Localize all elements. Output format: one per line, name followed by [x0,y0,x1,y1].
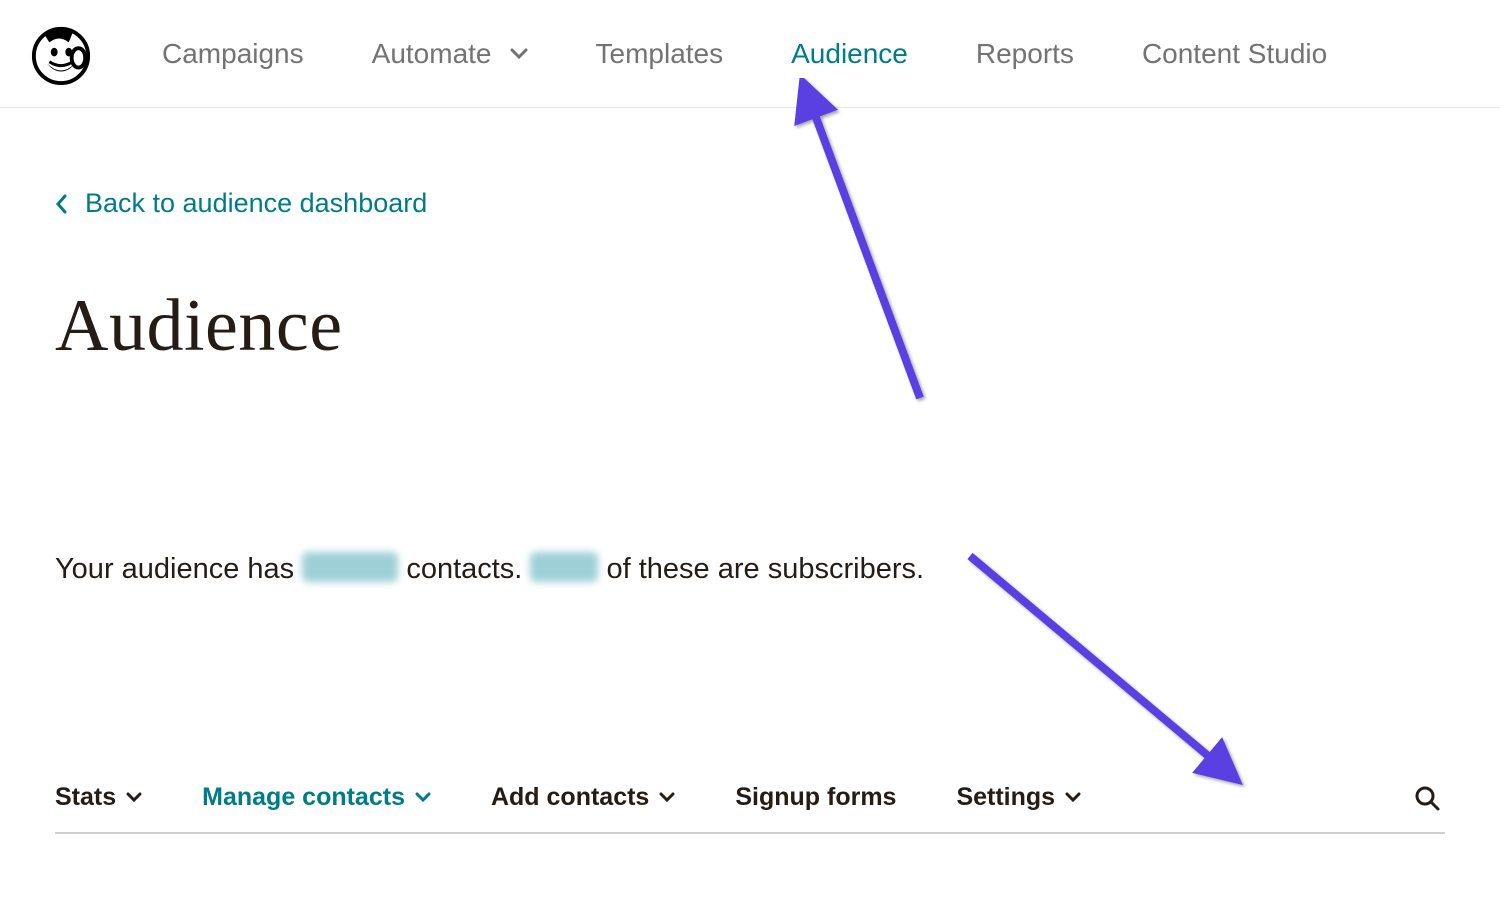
nav-label: Audience [791,38,908,70]
nav-content-studio[interactable]: Content Studio [1142,38,1327,70]
tool-label: Signup forms [735,783,896,812]
main-content: Back to audience dashboard Audience Your… [0,108,1500,834]
chevron-down-icon [510,48,528,60]
summary-mid: contacts. [406,553,530,585]
tool-label: Add contacts [491,783,649,812]
nav-automate[interactable]: Automate [372,38,528,70]
nav-campaigns[interactable]: Campaigns [162,38,304,70]
nav-label: Automate [372,38,492,70]
audience-toolbar: Stats Manage contacts Add contacts Signu… [55,780,1445,834]
settings-dropdown[interactable]: Settings [956,783,1081,812]
add-contacts-dropdown[interactable]: Add contacts [491,783,675,812]
signup-forms-link[interactable]: Signup forms [735,783,896,812]
nav-list: Campaigns Automate Templates Audience Re… [162,38,1327,70]
mailchimp-logo[interactable] [30,22,92,86]
top-nav: Campaigns Automate Templates Audience Re… [0,0,1500,108]
back-link-label: Back to audience dashboard [85,188,427,219]
nav-label: Templates [596,38,724,70]
search-icon [1413,784,1441,812]
summary-prefix: Your audience has [55,553,302,585]
tool-label: Settings [956,783,1055,812]
back-link[interactable]: Back to audience dashboard [55,188,427,219]
tool-label: Manage contacts [202,783,405,812]
summary-suffix: of these are subscribers. [607,553,925,585]
annotation-arrow-to-audience [790,78,950,428]
nav-label: Campaigns [162,38,304,70]
chevron-down-icon [659,792,675,803]
nav-label: Reports [976,38,1074,70]
search-button[interactable] [1409,780,1445,816]
nav-reports[interactable]: Reports [976,38,1074,70]
chevron-left-icon [55,194,67,214]
redacted-subscribers-count [530,552,598,582]
nav-label: Content Studio [1142,38,1327,70]
manage-contacts-dropdown[interactable]: Manage contacts [202,783,431,812]
page-title: Audience [55,284,1445,369]
stats-dropdown[interactable]: Stats [55,783,142,812]
nav-templates[interactable]: Templates [596,38,724,70]
chevron-down-icon [126,792,142,803]
chevron-down-icon [1065,792,1081,803]
audience-summary: Your audience has contacts. of these are… [55,549,924,590]
tool-label: Stats [55,783,116,812]
redacted-contacts-count [302,552,398,582]
nav-audience[interactable]: Audience [791,38,908,70]
chevron-down-icon [415,792,431,803]
annotation-arrow-to-search [950,538,1250,798]
